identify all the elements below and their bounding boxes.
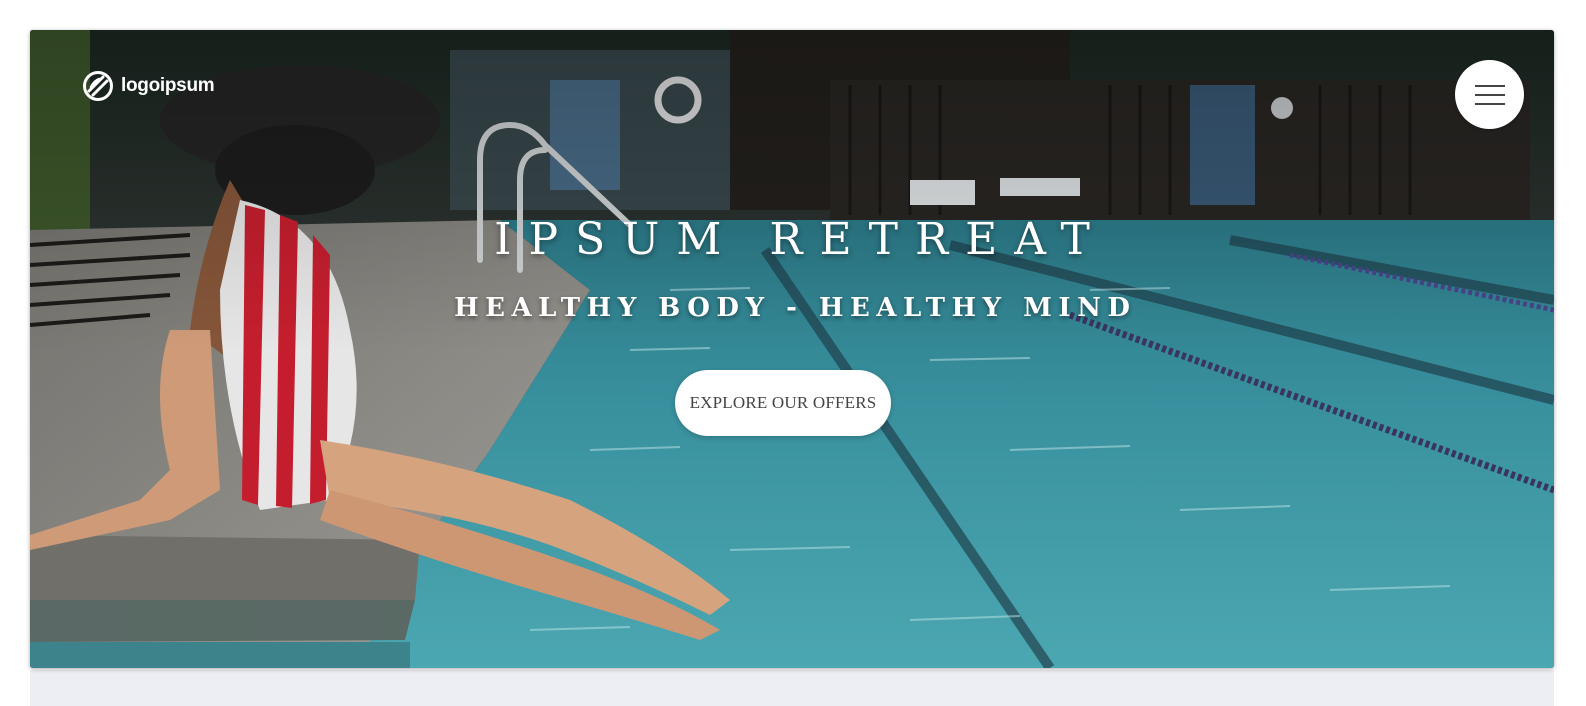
hero-background-image	[30, 30, 1554, 668]
next-section	[30, 670, 1554, 706]
brand-logo[interactable]: logoipsum	[82, 69, 215, 103]
page: logoipsum IPSUM RETREAT HEALTHY BODY - H…	[0, 0, 1586, 706]
hamburger-menu-icon-line	[1474, 102, 1505, 105]
hero-banner: logoipsum IPSUM RETREAT HEALTHY BODY - H…	[30, 30, 1554, 668]
menu-button[interactable]	[1455, 60, 1524, 129]
explore-offers-button[interactable]: EXPLORE OUR OFFERS	[675, 370, 891, 436]
logoipsum-icon	[83, 71, 113, 101]
hamburger-menu-icon-line	[1474, 93, 1505, 96]
hero-subtitle: HEALTHY BODY - HEALTHY MIND	[454, 293, 1137, 323]
brand-name: logoipsum	[121, 75, 215, 96]
hamburger-menu-icon	[1474, 84, 1505, 87]
hero-title: IPSUM RETREAT	[494, 214, 1107, 265]
